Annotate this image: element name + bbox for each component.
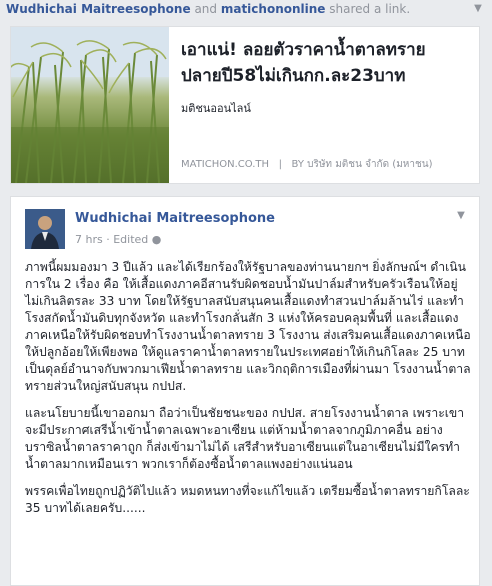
- sharer-link-1[interactable]: Wudhichai Maitreesophone: [6, 2, 191, 16]
- meta-dot: ·: [106, 233, 110, 246]
- post-author[interactable]: Wudhichai Maitreesophone: [75, 211, 275, 226]
- share-header: Wudhichai Maitreesophone and matichononl…: [6, 0, 446, 18]
- post-paragraph: และนโยบายนี้เขาออกมา ถือว่าเป็นชัยชนะของ…: [25, 406, 465, 471]
- post-timestamp[interactable]: 7 hrs: [75, 233, 103, 246]
- link-source-name: มติชนออนไลน์: [181, 102, 251, 115]
- privacy-icon: ●: [151, 233, 162, 246]
- link-byline: BY บริษัท มติชน จำกัด (มหาชน): [291, 159, 433, 170]
- share-action-text: shared a link.: [329, 2, 411, 16]
- profile-photo: [25, 209, 65, 249]
- link-separator: |: [278, 159, 282, 170]
- sharer-link-2[interactable]: matichononline: [221, 2, 326, 16]
- link-thumbnail[interactable]: [11, 27, 169, 183]
- share-conjunction: and: [194, 2, 218, 16]
- link-domain-line: MATICHON.CO.TH | BY บริษัท มติชน จำกัด (…: [181, 157, 433, 172]
- chevron-down-icon[interactable]: ▼: [455, 211, 467, 221]
- post-paragraph: ภาพนี้ผมมองมา 3 ปีแล้ว และได้เรียกร้องให…: [25, 260, 471, 393]
- link-title[interactable]: เอาแน่! ลอยตัวราคาน้ำตาลทราย ปลายปี58ไม่…: [181, 37, 471, 89]
- post-body: ภาพนี้ผมมองมา 3 ปีแล้ว และได้เรียกร้องให…: [25, 259, 471, 527]
- post-card: Wudhichai Maitreesophone 7 hrs · Edited …: [10, 196, 480, 586]
- avatar[interactable]: [25, 209, 65, 249]
- chevron-down-icon[interactable]: ▼: [472, 4, 484, 14]
- link-domain: MATICHON.CO.TH: [181, 159, 270, 170]
- post-paragraph: พรรคเพื่อไทยถูกปฏิวัติไปแล้ว หมดหนทางที่…: [25, 484, 470, 515]
- edited-label[interactable]: Edited: [113, 233, 148, 246]
- link-preview-card[interactable]: เอาแน่! ลอยตัวราคาน้ำตาลทราย ปลายปี58ไม่…: [10, 26, 480, 184]
- post-meta: 7 hrs · Edited ●: [75, 233, 161, 246]
- sugarcane-image: [11, 27, 169, 183]
